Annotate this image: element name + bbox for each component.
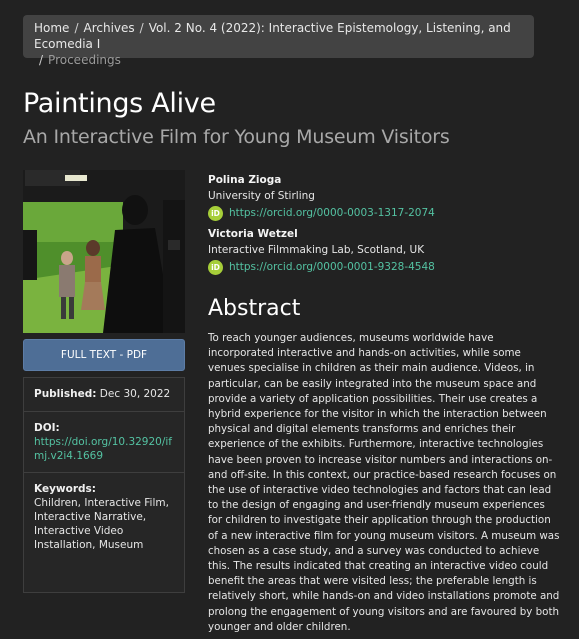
page-subtitle: An Interactive Film for Young Museum Vis… — [23, 126, 450, 148]
keywords-value: Children, Interactive Film, Interactive … — [34, 497, 169, 551]
cover-image — [23, 170, 185, 333]
article-metadata: Published: Dec 30, 2022 DOI: https://doi… — [23, 377, 185, 593]
breadcrumb-archives[interactable]: Archives — [83, 21, 134, 35]
author-name: Victoria Wetzel — [208, 228, 298, 240]
author-name: Polina Zioga — [208, 174, 282, 186]
breadcrumb-home[interactable]: Home — [34, 21, 69, 35]
author-affiliation: University of Stirling — [208, 190, 315, 202]
keywords-label: Keywords: — [34, 483, 96, 495]
author-item: Polina Zioga University of Stirling iD h… — [208, 172, 568, 222]
author-orcid: iD https://orcid.org/0000-0001-9328-4548 — [208, 258, 568, 276]
orcid-icon: iD — [208, 205, 223, 221]
published-section: Published: Dec 30, 2022 — [24, 378, 184, 411]
doi-section: DOI: https://doi.org/10.32920/ifmj.v2i4.… — [24, 411, 184, 472]
page-title: Paintings Alive — [23, 88, 216, 119]
author-orcid: iD https://orcid.org/0000-0003-1317-2074 — [208, 204, 568, 222]
orcid-icon: iD — [208, 259, 223, 275]
doi-label: DOI: — [34, 422, 60, 434]
breadcrumb-separator: / — [39, 53, 44, 67]
breadcrumb-separator: / — [74, 21, 79, 35]
author-affiliation: Interactive Filmmaking Lab, Scotland, UK — [208, 244, 425, 256]
full-text-pdf-button[interactable]: FULL TEXT - PDF — [23, 339, 185, 371]
orcid-link[interactable]: https://orcid.org/0000-0001-9328-4548 — [229, 259, 435, 275]
published-date: Dec 30, 2022 — [99, 388, 171, 400]
keywords-section: Keywords: Children, Interactive Film, In… — [24, 472, 184, 560]
author-list: Polina Zioga University of Stirling iD h… — [208, 172, 568, 280]
breadcrumb: Home / Archives / Vol. 2 No. 4 (2022): Inter… — [23, 15, 534, 67]
abstract-heading: Abstract — [208, 296, 301, 321]
author-item: Victoria Wetzel Interactive Filmmaking L… — [208, 226, 568, 276]
published-label: Published: — [34, 388, 97, 400]
doi-link[interactable]: https://doi.org/10.32920/ifmj.v2i4.1669 — [34, 435, 174, 463]
breadcrumb-separator: / — [139, 21, 144, 35]
orcid-link[interactable]: https://orcid.org/0000-0003-1317-2074 — [229, 205, 435, 221]
abstract-text: To reach younger audiences, museums worl… — [208, 332, 560, 633]
breadcrumb-current: Proceedings — [48, 53, 121, 67]
